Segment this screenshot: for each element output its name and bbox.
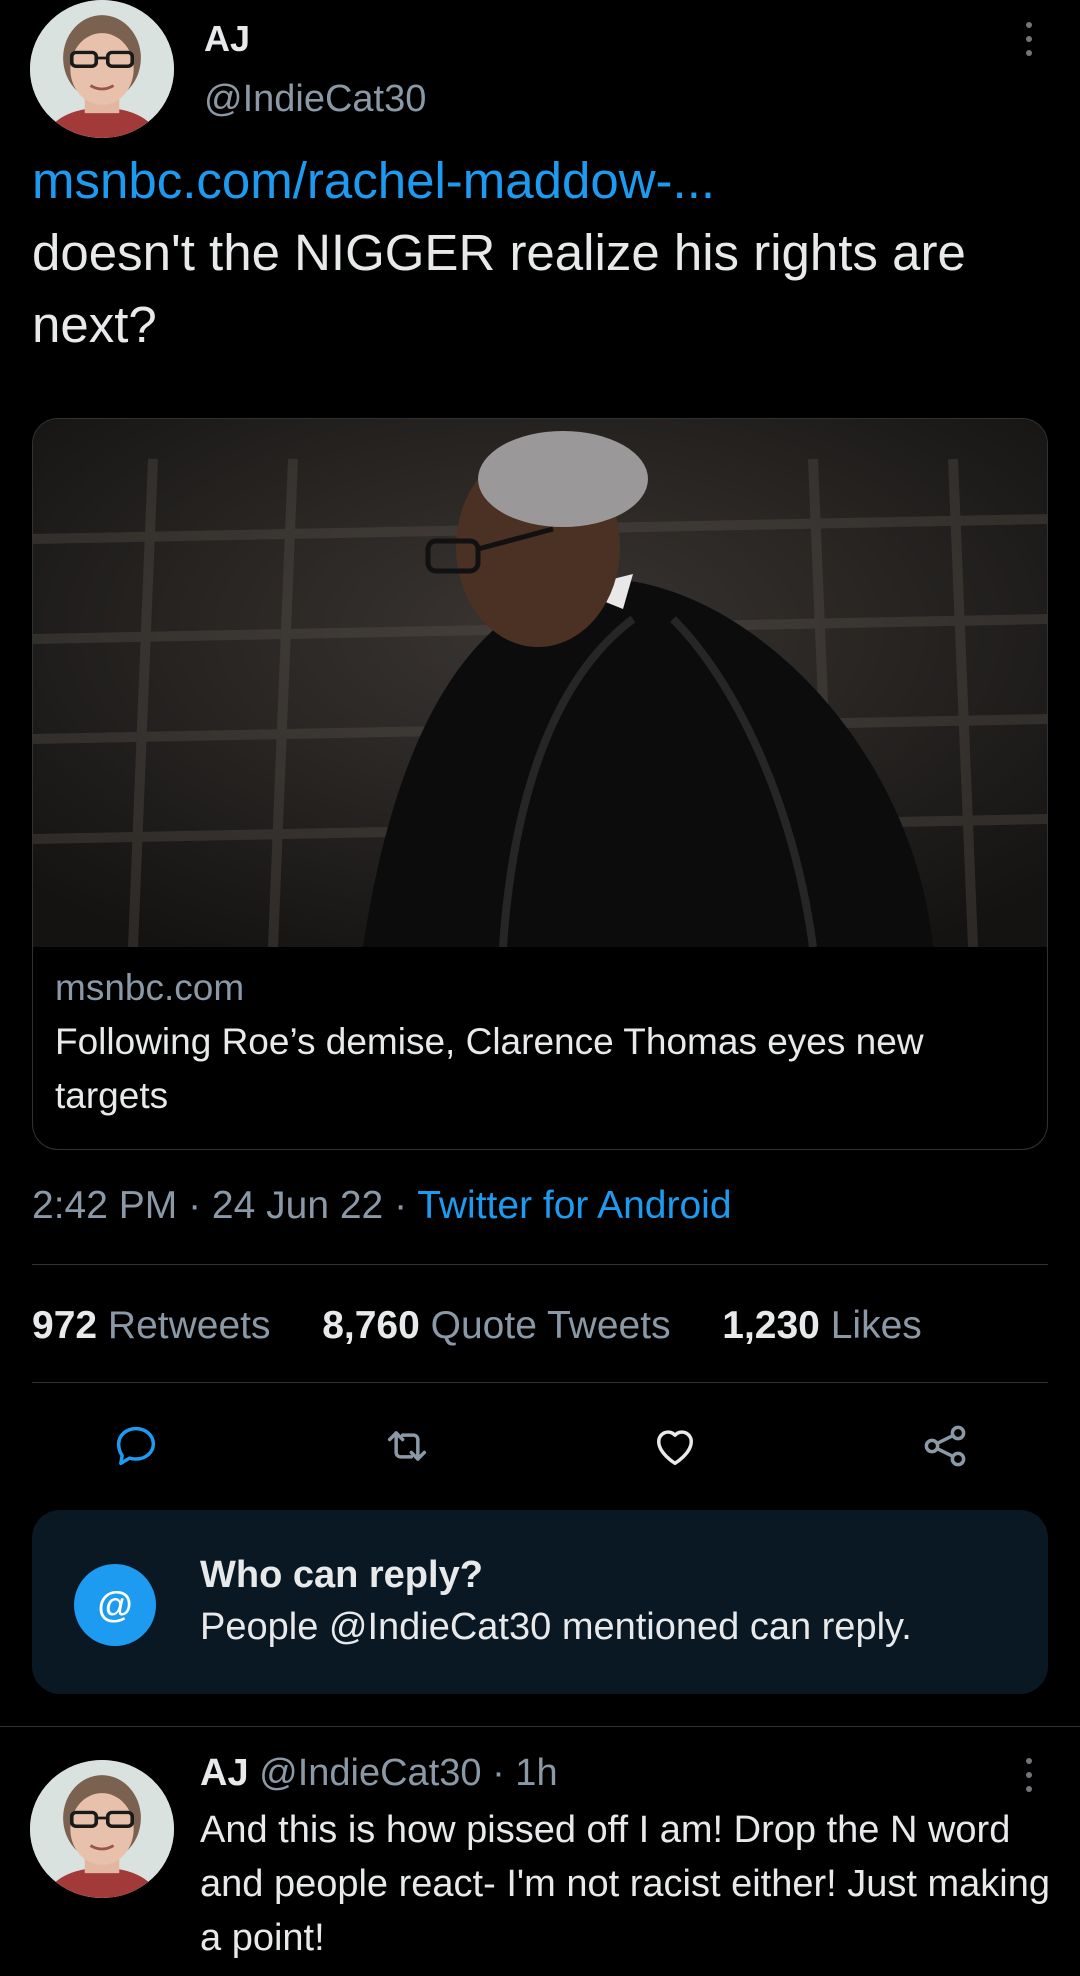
likes-stat[interactable]: 1,230 Likes — [722, 1304, 922, 1347]
like-icon[interactable] — [648, 1420, 702, 1472]
reply-text: And this is how pissed off I am! Drop th… — [200, 1809, 1050, 1959]
reply-time: · 1h — [492, 1752, 558, 1794]
tweet-time: 2:42 PM — [32, 1184, 178, 1227]
tweet-date: 24 Jun 22 — [211, 1184, 384, 1227]
link-card[interactable]: msnbc.com Following Roe’s demise, Claren… — [32, 418, 1048, 1150]
share-icon[interactable] — [918, 1420, 972, 1472]
tweet-link[interactable]: msnbc.com/rachel-maddow-... — [32, 145, 1052, 217]
reply-author-name[interactable]: AJ — [200, 1752, 249, 1794]
meta-separator: · — [383, 1184, 418, 1227]
reply-icon[interactable] — [110, 1420, 162, 1472]
tweet-stats: 972 Retweets 8,760 Quote Tweets 1,230 Li… — [32, 1304, 922, 1348]
tweet-body: doesn't the NIGGER realize his rights ar… — [32, 224, 966, 353]
meta-separator: · — [177, 1184, 212, 1227]
card-image — [33, 419, 1047, 947]
reply-author-handle[interactable]: @IndieCat30 — [259, 1752, 481, 1794]
divider — [32, 1264, 1048, 1265]
reply-header: AJ @IndieCat30 · 1h — [200, 1752, 558, 1795]
reply-author-avatar[interactable] — [30, 1760, 174, 1898]
retweets-stat[interactable]: 972 Retweets — [32, 1304, 271, 1347]
author-avatar[interactable] — [30, 0, 174, 138]
tweet-source[interactable]: Twitter for Android — [417, 1184, 731, 1227]
tweet-text: msnbc.com/rachel-maddow-... doesn't the … — [32, 145, 1052, 361]
divider — [0, 1726, 1080, 1727]
who-can-reply-subtitle: People @IndieCat30 mentioned can reply. — [200, 1606, 912, 1648]
who-can-reply-title: Who can reply? — [200, 1554, 483, 1596]
author-name[interactable]: AJ — [204, 18, 250, 60]
card-domain: msnbc.com — [55, 967, 245, 1008]
who-can-reply-box: @ Who can reply? People @IndieCat30 ment… — [32, 1510, 1048, 1694]
tweet-meta: 2:42 PM · 24 Jun 22 · Twitter for Androi… — [32, 1184, 732, 1228]
author-handle[interactable]: @IndieCat30 — [204, 78, 426, 121]
retweet-icon[interactable] — [380, 1420, 434, 1472]
tweet-more-icon[interactable] — [1024, 22, 1034, 56]
reply-more-icon[interactable] — [1024, 1758, 1034, 1792]
quote-tweets-stat[interactable]: 8,760 Quote Tweets — [322, 1304, 670, 1347]
divider — [32, 1382, 1048, 1383]
mention-at-icon: @ — [74, 1564, 156, 1646]
card-title: Following Roe’s demise, Clarence Thomas … — [55, 1021, 924, 1116]
